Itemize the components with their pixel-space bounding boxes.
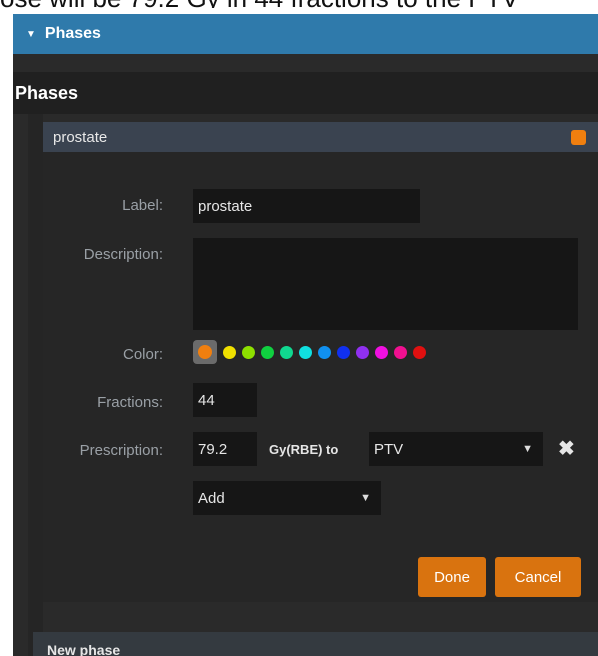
color-swatch-red[interactable]	[413, 345, 426, 359]
add-select-value: Add	[198, 489, 225, 507]
prescription-unit: Gy(RBE) to	[269, 442, 339, 457]
cancel-button[interactable]: Cancel	[495, 557, 581, 597]
color-swatch-lime[interactable]	[242, 345, 255, 359]
label-input[interactable]: prostate	[193, 189, 420, 223]
phase-panel-header[interactable]: prostate	[43, 122, 598, 152]
new-phase-button[interactable]: New phase	[33, 632, 598, 656]
phases-body: prostate Label: prostate Description: Co…	[13, 114, 598, 656]
new-phase-label: New phase	[47, 642, 121, 656]
color-swatch-selected[interactable]	[193, 340, 217, 364]
phases-heading: Phases	[13, 72, 598, 114]
color-swatch-green[interactable]	[261, 345, 274, 359]
phases-section-header[interactable]: ▼ Phases	[13, 14, 598, 54]
prescription-input[interactable]: 79.2	[193, 432, 257, 466]
done-button[interactable]: Done	[418, 557, 486, 597]
target-select[interactable]: PTV ▼	[369, 432, 543, 466]
collapse-triangle-icon: ▼	[26, 28, 36, 40]
fractions-caption: Fractions:	[97, 394, 163, 411]
color-swatch-purple[interactable]	[356, 345, 369, 359]
color-swatches	[193, 340, 426, 364]
phases-frame: ▼ Phases Phases prostate Label: prostate…	[13, 14, 598, 656]
section-title: Phases	[44, 25, 101, 42]
phase-panel: prostate Label: prostate Description: Co…	[43, 122, 598, 602]
label-caption: Label:	[122, 197, 163, 214]
remove-target-icon[interactable]: ✖	[558, 436, 575, 461]
phases-heading-text: Phases	[15, 82, 79, 103]
add-select[interactable]: Add ▼	[193, 481, 381, 515]
prescription-caption: Prescription:	[79, 442, 163, 459]
phase-name: prostate	[53, 128, 108, 146]
color-swatch-azure[interactable]	[318, 345, 331, 359]
color-caption: Color:	[122, 346, 163, 363]
chevron-down-icon: ▼	[360, 492, 371, 504]
description-caption: Description:	[83, 246, 163, 263]
indent-strip	[28, 114, 43, 656]
fractions-input[interactable]: 44	[193, 383, 257, 417]
color-swatch-mint[interactable]	[280, 345, 293, 359]
color-swatch-magenta[interactable]	[375, 345, 388, 359]
target-select-value: PTV	[374, 440, 404, 458]
phase-color-indicator	[571, 130, 586, 145]
color-swatch-yellow[interactable]	[223, 345, 236, 359]
color-swatch-pink[interactable]	[394, 345, 407, 359]
description-textarea[interactable]	[193, 238, 578, 330]
top-text-snippet: ose will be 79.2 Gy in 44 fractions to t…	[0, 0, 598, 8]
chevron-down-icon: ▼	[522, 443, 533, 455]
color-swatch-cyan[interactable]	[299, 345, 312, 359]
color-swatch-blue[interactable]	[337, 345, 350, 359]
